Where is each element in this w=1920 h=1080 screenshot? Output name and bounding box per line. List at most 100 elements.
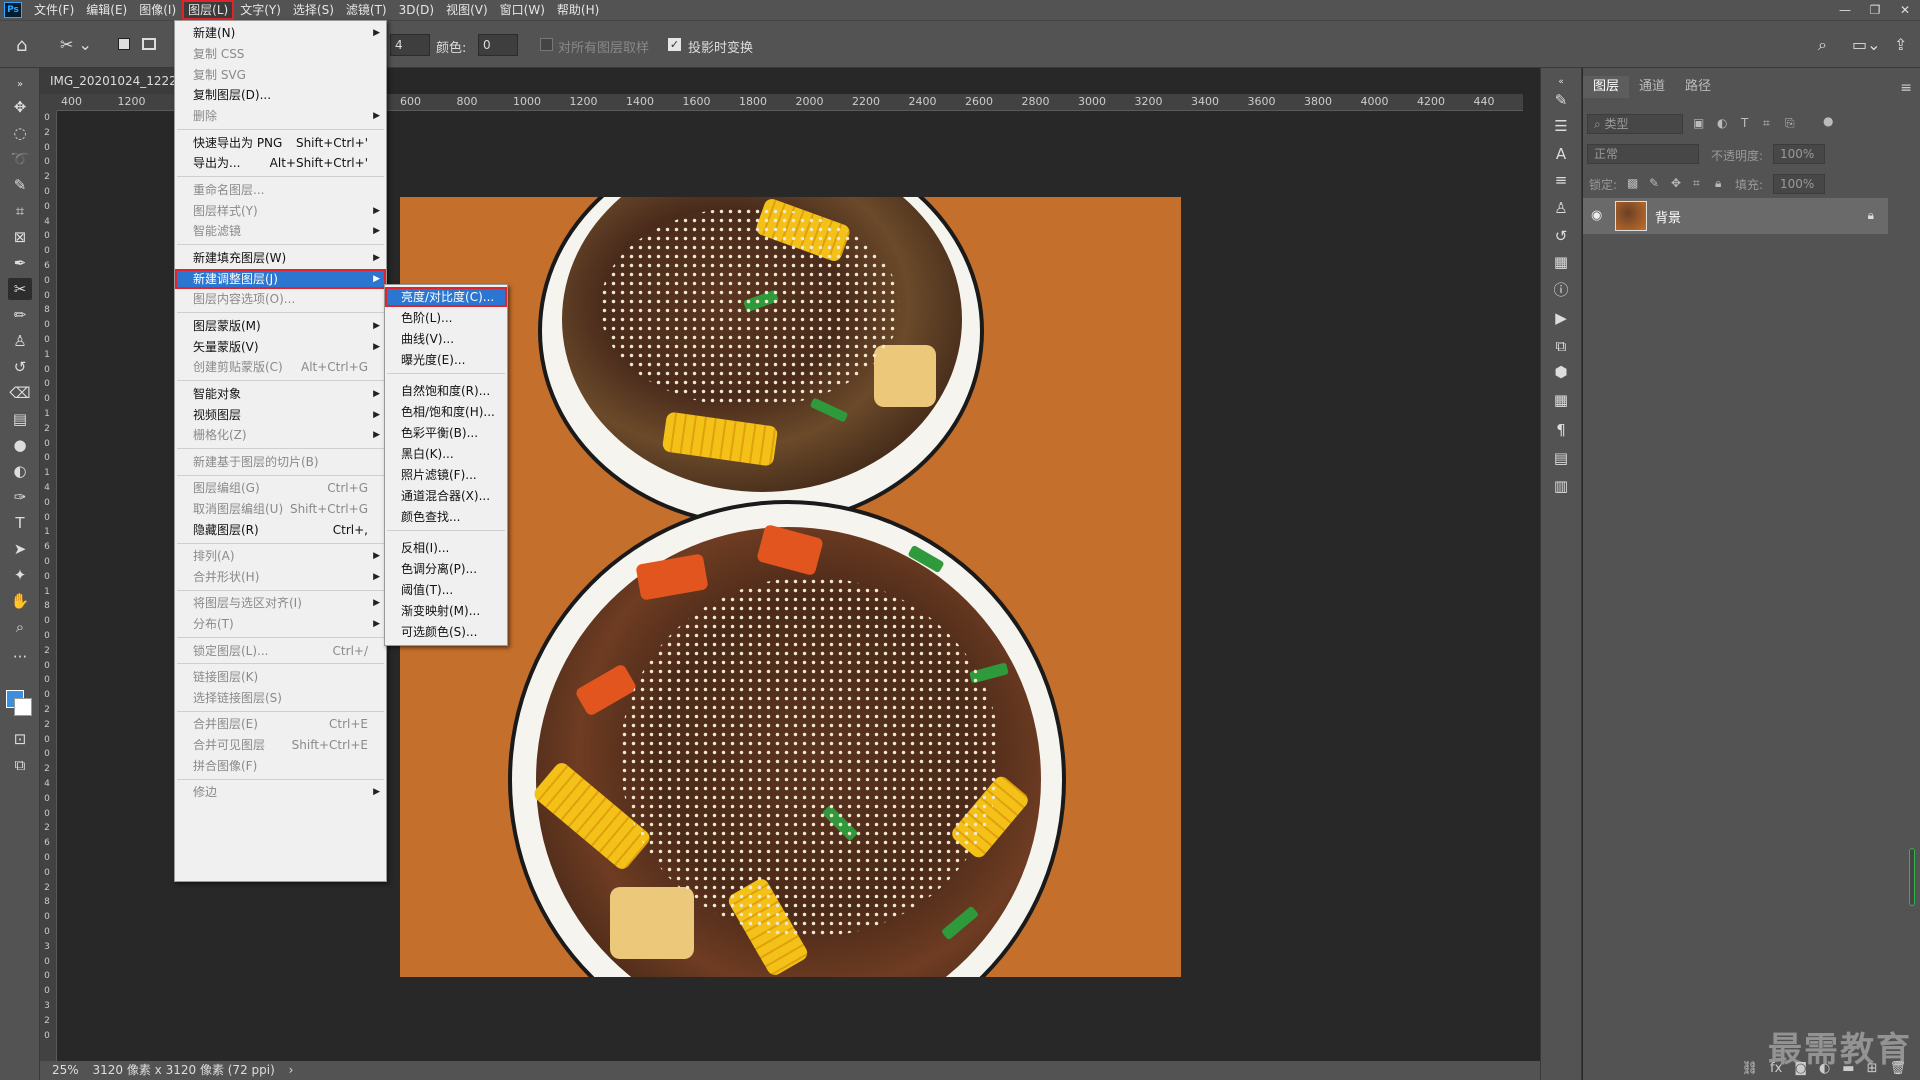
menu-item[interactable]: 滤镜(T) — [340, 0, 393, 20]
layer-menu-item[interactable]: 智能滤镜 ▶ — [175, 221, 386, 241]
history-icon[interactable]: ↺ — [1550, 226, 1572, 246]
layer-menu-item[interactable]: 智能对象 ▶ — [175, 384, 386, 404]
character-icon[interactable]: A — [1550, 144, 1572, 164]
layer-row[interactable]: ◉ 背景 🔒︎ — [1583, 198, 1888, 234]
layer-menu-item[interactable]: 新建调整图层(J) ▶ — [175, 268, 386, 289]
layer-menu-item[interactable]: 新建填充图层(W) ▶ — [175, 248, 386, 268]
filter-adjustment-icon[interactable]: ◐ — [1717, 116, 1727, 130]
menu-item[interactable]: 图像(I) — [133, 0, 182, 20]
layer-menu-item[interactable]: 取消图层编组(U) Shift+Ctrl+G — [175, 499, 386, 519]
gradient-tool-icon[interactable]: ▤ — [8, 408, 32, 430]
vertical-ruler[interactable]: 0 2 0 0 2 0 0 4 0 0 6 0 0 8 0 0 1 0 0 0 1 2 0 0 1 4 0 0 1 6 0 0 1 8 0 0 2 0 0 0… — [40, 111, 57, 1061]
panel-menu-icon[interactable]: ≡ — [1900, 80, 1912, 96]
libraries-icon[interactable]: ▦ — [1550, 252, 1572, 272]
document-tab[interactable]: IMG_20201024_12225 — [40, 68, 180, 94]
frame-tool-icon[interactable]: ⊠ — [8, 226, 32, 248]
menu-item[interactable]: 选择(S) — [287, 0, 340, 20]
layer-menu-item[interactable]: 拼合图像(F) — [175, 756, 386, 776]
restore-button[interactable]: ❐ — [1860, 0, 1890, 20]
tab-paths[interactable]: 路径 — [1675, 76, 1721, 98]
menu-item[interactable]: 窗口(W) — [494, 0, 551, 20]
layer-menu-item[interactable]: 合并形状(H) ▶ — [175, 567, 386, 587]
collapse-dock-icon[interactable]: « — [1550, 72, 1572, 92]
menu-item[interactable]: 视图(V) — [440, 0, 494, 20]
adjustment-menu-item[interactable]: 可选颜色(S)... — [385, 622, 507, 642]
panel-scroll-indicator[interactable] — [1909, 848, 1915, 906]
lock-pixels-icon[interactable]: ✎ — [1649, 176, 1659, 190]
type-tool-icon[interactable]: T — [8, 512, 32, 534]
zoom-tool-icon[interactable]: ⌕ — [8, 616, 32, 638]
layer-menu-item[interactable]: 分布(T) ▶ — [175, 614, 386, 634]
3d-icon[interactable]: ⬢ — [1550, 362, 1572, 382]
menu-item[interactable]: 图层(L) — [182, 0, 235, 20]
adjustment-menu-item[interactable]: 黑白(K)... — [385, 444, 507, 464]
layer-menu-item[interactable]: 将图层与选区对齐(I) ▶ — [175, 593, 386, 613]
menu-item[interactable]: 文字(Y) — [234, 0, 287, 20]
home-icon[interactable]: ⌂ — [16, 35, 38, 57]
adjustment-menu-item[interactable]: 照片滤镜(F)... — [385, 465, 507, 485]
layer-menu-item[interactable]: 复制 SVG — [175, 65, 386, 85]
menu-item[interactable]: 文件(F) — [28, 0, 80, 20]
hand-tool-icon[interactable]: ✋ — [8, 590, 32, 612]
adjustment-menu-item[interactable]: 通道混合器(X)... — [385, 486, 507, 506]
search-icon[interactable]: ⌕ — [1818, 35, 1827, 55]
layer-menu-item[interactable]: 隐藏图层(R) Ctrl+, — [175, 520, 386, 540]
layer-menu-item[interactable]: 图层编组(G) Ctrl+G — [175, 478, 386, 498]
collapse-icon[interactable]: » — [8, 74, 32, 96]
document-image[interactable] — [400, 197, 1181, 977]
lock-all-icon[interactable]: 🔒︎ — [1715, 176, 1721, 191]
layer-menu-item[interactable]: 合并可见图层 Shift+Ctrl+E — [175, 735, 386, 755]
status-arrow-icon[interactable]: › — [289, 1063, 294, 1077]
layer-menu-item[interactable]: 链接图层(K) — [175, 667, 386, 687]
adjustment-menu-item[interactable]: 颜色查找... — [385, 507, 507, 527]
shape-tool-icon[interactable]: ✦ — [8, 564, 32, 586]
layer-menu-item[interactable]: 图层内容选项(O)... — [175, 289, 386, 309]
layer-menu-item[interactable]: 新建(N) ▶ — [175, 23, 386, 43]
layer-menu-item[interactable]: 新建基于图层的切片(B) — [175, 452, 386, 472]
info-icon[interactable]: ⓘ — [1550, 280, 1572, 300]
layer-menu-item[interactable]: 锁定图层(L)... Ctrl+/ — [175, 641, 386, 661]
layer-lock-icon[interactable]: 🔒︎ — [1868, 208, 1874, 223]
layer-menu-item[interactable]: 修边 ▶ — [175, 782, 386, 802]
sample-all-layers-checkbox[interactable] — [540, 38, 553, 51]
close-button[interactable]: ✕ — [1890, 0, 1920, 20]
layer-menu-item[interactable]: 复制 CSS — [175, 44, 386, 64]
layer-menu-item[interactable]: 选择链接图层(S) — [175, 688, 386, 708]
eraser-tool-icon[interactable]: ⌫ — [8, 382, 32, 404]
paragraph-icon[interactable]: ¶ — [1550, 420, 1572, 440]
adjustment-menu-item[interactable]: 色相/饱和度(H)... — [385, 402, 507, 422]
size-field[interactable]: 4 — [390, 34, 430, 56]
screen-mode-icon[interactable]: ⧉ — [8, 754, 32, 776]
adjustment-menu-item[interactable]: 自然饱和度(R)... — [385, 381, 507, 401]
glyphs-icon[interactable]: ▥ — [1550, 476, 1572, 496]
layer-menu-item[interactable]: 栅格化(Z) ▶ — [175, 425, 386, 445]
layer-menu-item[interactable]: 导出为... Alt+Shift+Ctrl+' — [175, 153, 386, 173]
minimize-button[interactable]: — — [1830, 0, 1860, 20]
adjustment-menu-item[interactable]: 色调分离(P)... — [385, 559, 507, 579]
background-color-swatch[interactable] — [14, 698, 32, 716]
adjustment-menu-item[interactable]: 渐变映射(M)... — [385, 601, 507, 621]
layer-menu-item[interactable]: 合并图层(E) Ctrl+E — [175, 714, 386, 734]
stamp-source-icon[interactable]: ♙ — [1550, 198, 1572, 218]
marquee-tool-icon[interactable]: ◌ — [8, 122, 32, 144]
menu-item[interactable]: 帮助(H) — [551, 0, 605, 20]
adjustment-menu-item[interactable]: 色彩平衡(B)... — [385, 423, 507, 443]
layer-menu-item[interactable]: 矢量蒙版(V) ▶ — [175, 337, 386, 357]
adjustment-menu-item[interactable]: 曝光度(E)... — [385, 350, 507, 370]
document-info[interactable]: 3120 像素 x 3120 像素 (72 ppi) — [93, 1063, 275, 1077]
stamp-tool-icon[interactable]: ♙ — [8, 330, 32, 352]
filter-toggle-icon[interactable]: ● — [1823, 114, 1833, 128]
share-icon[interactable]: ⇪ — [1894, 35, 1907, 54]
menu-item[interactable]: 编辑(E) — [80, 0, 133, 20]
more-tools-icon[interactable]: ··· — [8, 646, 32, 668]
layer-menu-item[interactable]: 图层样式(Y) ▶ — [175, 201, 386, 221]
link-layers-icon[interactable]: ⛓ — [1742, 1061, 1759, 1076]
lock-artboard-icon[interactable]: ⌗ — [1693, 176, 1700, 191]
quick-mask-icon[interactable]: ⊡ — [8, 728, 32, 750]
table-icon[interactable]: ▦ — [1550, 390, 1572, 410]
adjustment-menu-item[interactable]: 亮度/对比度(C)... — [385, 287, 507, 307]
selection-mode-add-icon[interactable] — [142, 38, 156, 50]
blend-mode-select[interactable]: 正常 — [1587, 144, 1699, 164]
paragraph-styles-icon[interactable]: ≡ — [1550, 170, 1572, 190]
blur-tool-icon[interactable]: ● — [8, 434, 32, 456]
